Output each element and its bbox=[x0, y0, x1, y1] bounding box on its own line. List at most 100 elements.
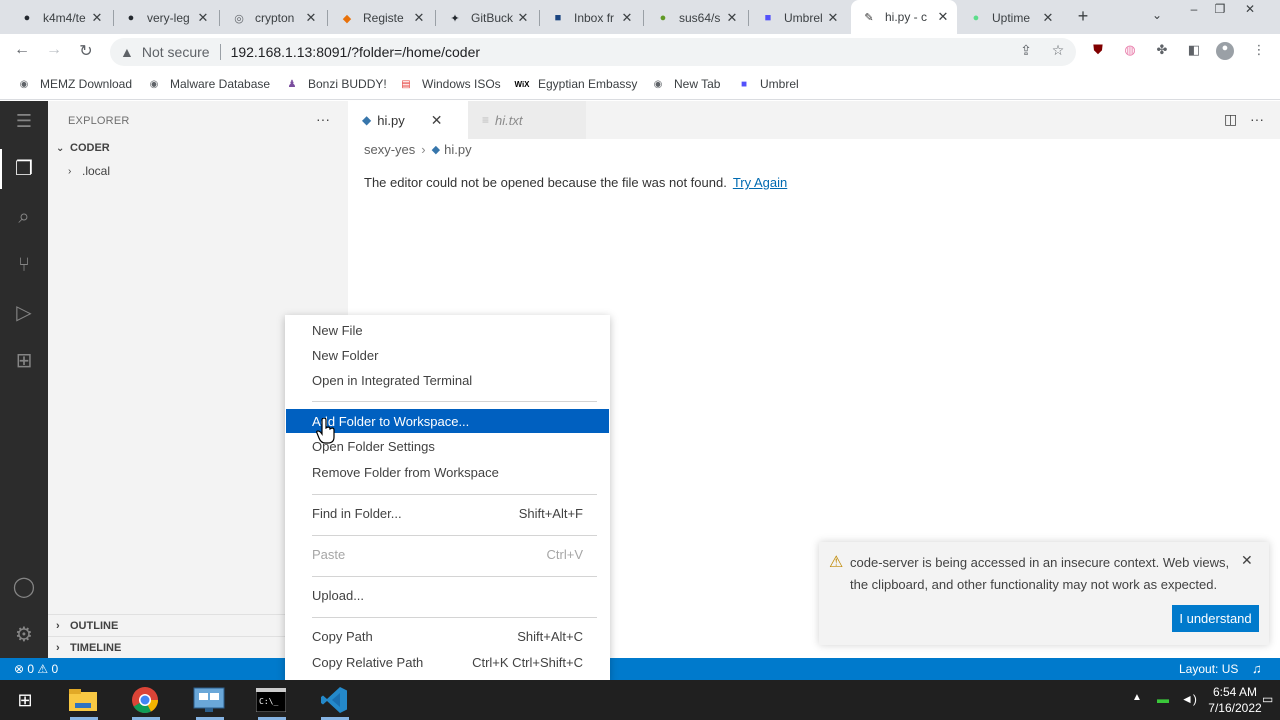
browser-tab[interactable]: ● Uptime ✕ bbox=[958, 4, 1062, 32]
browser-tab[interactable]: ✎ hi.py - c ✕ bbox=[851, 0, 957, 34]
rainbow-icon: ▤ bbox=[398, 76, 414, 92]
browser-tab-title: Uptime bbox=[992, 11, 1031, 25]
address-bar[interactable]: ▲ Not secure 192.168.1.13:8091/?folder=/… bbox=[110, 38, 1076, 66]
url-text[interactable]: 192.168.1.13:8091/?folder=/home/coder bbox=[231, 44, 480, 60]
browser-tab[interactable]: ● k4m4/te ✕ bbox=[9, 4, 111, 32]
more-actions-icon[interactable]: ··· bbox=[316, 111, 330, 127]
extensions-puzzle-icon[interactable]: ✤ bbox=[1153, 42, 1171, 60]
windows-start-icon[interactable]: ⊞ bbox=[9, 684, 41, 716]
close-icon[interactable]: ✕ bbox=[303, 10, 319, 26]
problems-indicator[interactable]: ⊗ 0 ⚠ 0 bbox=[14, 662, 58, 676]
menu-item-new-folder[interactable]: New Folder bbox=[286, 343, 609, 367]
close-icon[interactable]: ✕ bbox=[619, 10, 635, 26]
back-icon[interactable]: ← bbox=[11, 41, 33, 59]
forward-icon[interactable]: → bbox=[43, 41, 65, 59]
tray-overflow-icon[interactable]: ▲ bbox=[1132, 692, 1142, 703]
battery-icon[interactable]: ▬ bbox=[1157, 692, 1169, 706]
bookmark-item[interactable]: ♟ Bonzi BUDDY! bbox=[284, 76, 387, 92]
settings-gear-icon[interactable]: ⚙ bbox=[12, 623, 36, 647]
bookmark-item[interactable]: ▤ Windows ISOs bbox=[398, 76, 501, 92]
taskbar-clock[interactable]: 6:54 AM 7/16/2022 bbox=[1200, 684, 1270, 716]
python-file-icon: ◆ bbox=[362, 113, 372, 127]
breadcrumb-folder[interactable]: sexy-yes bbox=[364, 142, 415, 157]
menu-item-find-in-folder[interactable]: Find in Folder... Shift+Alt+F bbox=[286, 502, 609, 526]
chrome-menu-icon[interactable]: ⋮ bbox=[1250, 42, 1268, 60]
browser-tab[interactable]: ◆ Registe ✕ bbox=[329, 4, 433, 32]
browser-tab[interactable]: ■ Umbrel ✕ bbox=[750, 4, 847, 32]
notifications-bell-icon[interactable]: ♫ bbox=[1252, 661, 1262, 676]
accounts-icon[interactable]: ◯ bbox=[12, 575, 36, 599]
bookmark-item[interactable]: ◉ MEMZ Download bbox=[16, 76, 132, 92]
warning-icon[interactable]: ▲ bbox=[120, 44, 134, 60]
search-icon[interactable]: ⌕ bbox=[12, 205, 36, 229]
menu-item-copy-path[interactable]: Copy Path Shift+Alt+C bbox=[286, 625, 609, 649]
menu-icon[interactable]: ☰ bbox=[12, 109, 36, 133]
editor-tab-hi-py[interactable]: ◆ hi.py ✕ bbox=[348, 101, 468, 139]
editor-tab-hi-txt[interactable]: ≡ hi.txt bbox=[468, 101, 586, 139]
terminal-icon[interactable]: C:\_ bbox=[255, 684, 287, 716]
menu-item-paste: Paste Ctrl+V bbox=[286, 543, 609, 567]
menu-item-remove-folder-from-workspace[interactable]: Remove Folder from Workspace bbox=[286, 460, 609, 484]
close-icon[interactable]: ✕ bbox=[935, 9, 951, 25]
keyboard-layout[interactable]: Layout: US bbox=[1179, 662, 1238, 676]
close-icon[interactable]: ✕ bbox=[411, 10, 427, 26]
workspace-root[interactable]: ⌄ CODER bbox=[56, 142, 110, 154]
windows-taskbar: ⊞ C:\_ ▲ ▬ ◄) 6:54 AM 7/16/2022 ▭ bbox=[0, 680, 1280, 720]
close-icon[interactable]: ✕ bbox=[515, 10, 531, 26]
bookmark-item[interactable]: ◉ New Tab bbox=[650, 76, 720, 92]
mail-icon: ■ bbox=[554, 12, 562, 24]
close-icon[interactable]: ✕ bbox=[195, 10, 211, 26]
explorer-files-icon[interactable]: ❐ bbox=[12, 157, 36, 181]
browser-tab[interactable]: ● sus64/s ✕ bbox=[645, 4, 746, 32]
source-control-icon[interactable]: ⑂ bbox=[12, 253, 36, 277]
vscode-icon[interactable] bbox=[318, 684, 350, 716]
side-panel-icon[interactable]: ◧ bbox=[1185, 42, 1203, 60]
window-close-icon[interactable]: ✕ bbox=[1239, 2, 1261, 16]
bookmark-star-icon[interactable]: ☆ bbox=[1048, 42, 1068, 59]
menu-separator bbox=[312, 493, 597, 495]
action-center-icon[interactable]: ▭ bbox=[1262, 692, 1273, 706]
browser-tab[interactable]: ✦ GitBuck ✕ bbox=[437, 4, 537, 32]
reload-icon[interactable]: ↻ bbox=[75, 41, 97, 61]
bookmark-item[interactable]: ◉ Malware Database bbox=[146, 76, 270, 92]
network-icon[interactable] bbox=[193, 684, 225, 716]
try-again-link[interactable]: Try Again bbox=[733, 175, 787, 190]
close-icon[interactable]: ✕ bbox=[89, 10, 105, 26]
i-understand-button[interactable]: I understand bbox=[1172, 605, 1259, 632]
tab-search-icon[interactable]: ⌄ bbox=[1152, 8, 1162, 22]
menu-item-new-file[interactable]: New File bbox=[286, 318, 609, 342]
menu-item-label: New Folder bbox=[312, 347, 379, 363]
close-icon[interactable]: ✕ bbox=[825, 10, 841, 26]
close-icon[interactable]: ✕ bbox=[724, 10, 740, 26]
menu-item-copy-relative-path[interactable]: Copy Relative Path Ctrl+K Ctrl+Shift+C bbox=[286, 650, 609, 674]
minimize-icon[interactable]: – bbox=[1183, 2, 1205, 16]
run-debug-icon[interactable]: ▷ bbox=[12, 301, 36, 325]
restore-icon[interactable]: ❐ bbox=[1209, 2, 1231, 16]
ublock-icon[interactable]: ⛊ bbox=[1089, 42, 1107, 60]
file-explorer-icon[interactable] bbox=[67, 684, 99, 716]
close-icon[interactable]: ✕ bbox=[1040, 10, 1056, 26]
bookmark-item[interactable]: WiX Egyptian Embassy bbox=[514, 76, 637, 92]
chrome-icon[interactable] bbox=[129, 684, 161, 716]
split-editor-icon[interactable]: ◫ bbox=[1224, 111, 1237, 128]
browser-tab[interactable]: ■ Inbox fr ✕ bbox=[540, 4, 641, 32]
timeline-label: TIMELINE bbox=[70, 641, 122, 654]
menu-item-upload[interactable]: Upload... bbox=[286, 584, 609, 608]
browser-tab-title: GitBuck bbox=[471, 11, 514, 25]
browser-tab[interactable]: ◎ crypton ✕ bbox=[221, 4, 325, 32]
close-icon[interactable]: ✕ bbox=[431, 112, 443, 129]
menu-item-open-in-integrated-terminal[interactable]: Open in Integrated Terminal bbox=[286, 368, 609, 392]
volume-icon[interactable]: ◄) bbox=[1181, 692, 1197, 706]
new-tab-button[interactable]: + bbox=[1072, 6, 1094, 27]
security-label[interactable]: Not secure bbox=[142, 44, 210, 60]
tree-item-local[interactable]: › .local bbox=[68, 164, 110, 178]
close-icon[interactable]: ✕ bbox=[1241, 552, 1253, 569]
browser-tab[interactable]: ● very-leg ✕ bbox=[113, 4, 217, 32]
bookmark-item[interactable]: ■ Umbrel bbox=[736, 76, 799, 92]
extension-flag-icon[interactable]: ◍ bbox=[1121, 42, 1139, 60]
editor-more-icon[interactable]: ··· bbox=[1250, 111, 1264, 127]
breadcrumb-file[interactable]: hi.py bbox=[444, 142, 471, 157]
profile-avatar-icon[interactable]: ● bbox=[1216, 42, 1234, 60]
extensions-icon[interactable]: ⊞ bbox=[12, 349, 36, 373]
share-icon[interactable]: ⇪ bbox=[1016, 42, 1036, 59]
